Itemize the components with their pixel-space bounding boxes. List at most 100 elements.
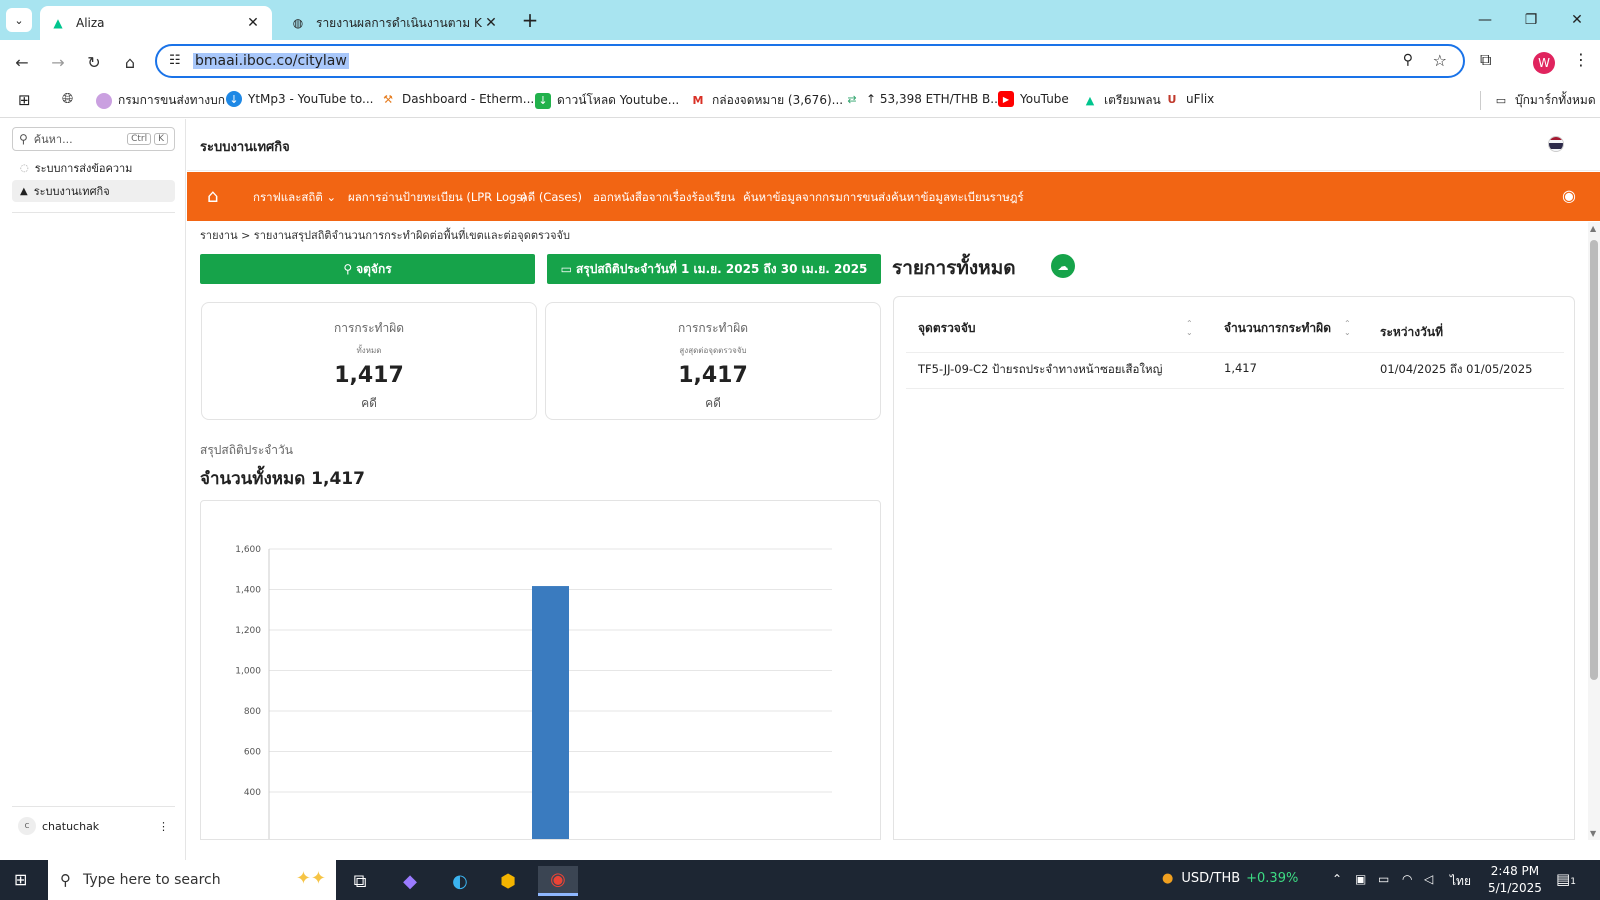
clock[interactable]: 2:48 PM 5/1/2025 [1488, 863, 1542, 897]
column-header: ระหว่างวันที่ [1380, 325, 1443, 339]
page-scrollbar[interactable]: ▲ ▼ [1588, 222, 1600, 840]
camera-icon[interactable]: ▣ [1355, 872, 1366, 886]
bookmark-item[interactable]: กรมการขนส่งทางบก [96, 91, 225, 110]
bookmark-item[interactable]: M กล่องจดหมาย (3,676)... [690, 91, 844, 110]
stat-value: 1,417 [334, 363, 404, 388]
scroll-up-icon[interactable]: ▲ [1590, 224, 1596, 233]
back-button[interactable]: ← [10, 50, 34, 74]
new-tab-button[interactable]: + [518, 8, 542, 32]
district-button[interactable]: ⚲ จตุจักร [200, 254, 535, 284]
results-table: จุดตรวจจับ ⌃ ⌄ จำนวนการกระทำผิด ⌃ ⌄ ระหว่า… [893, 296, 1575, 840]
tab-title: Aliza [76, 16, 105, 30]
bookmark-item[interactable]: ⚒ Dashboard - Etherm... [380, 91, 534, 107]
all-bookmarks[interactable]: ▭ บุ๊กมาร์กทั้งหมด [1480, 91, 1596, 110]
url-text[interactable]: bmaai.iboc.co/citylaw [193, 53, 349, 69]
thai-flag-icon[interactable] [1548, 136, 1564, 152]
app-sidebar: ⚲ ค้นหา... Ctrl K ◌ ระบบการส่งข้อความ ▲ … [0, 119, 186, 860]
tab-search-button[interactable]: ⌄ [6, 8, 32, 32]
windows-start-icon[interactable]: ⊞ [14, 870, 27, 889]
scroll-thumb[interactable] [1590, 240, 1598, 680]
taskbar-search-input[interactable]: ⚲ Type here to search ✦✦ [48, 860, 336, 900]
daily-subtitle: สรุปสถิติประจำวัน [200, 443, 293, 457]
currency-widget[interactable]: ● USD/THB +0.39% [1162, 871, 1298, 886]
reload-button[interactable]: ↻ [82, 50, 106, 74]
breadcrumb[interactable]: รายงาน > รายงานสรุปสถิติจำนวนการกระทำผิด… [200, 226, 570, 244]
nav-item-charts[interactable]: กราฟและสถิติ ⌄ [253, 189, 336, 207]
more-icon[interactable]: ⋮ [158, 820, 175, 833]
column-header[interactable]: จำนวนการกระทำผิด [1224, 319, 1331, 338]
home-icon[interactable]: ⌂ [207, 186, 218, 207]
globe-bookmark-icon[interactable]: 🌐︎ [62, 91, 73, 107]
bookmark-star-icon[interactable]: ☆ [1433, 51, 1447, 70]
browser-menu-icon[interactable]: ⋮ [1573, 50, 1589, 69]
extensions-icon[interactable]: ⧉ [1480, 50, 1491, 70]
nuxt-logo-icon: ▲ [53, 16, 63, 30]
tab-title: รายงานผลการดำเนินงานตาม KRs [316, 15, 482, 30]
user-menu[interactable]: c chatuchak ⋮ [12, 812, 175, 840]
search-icon: ⚲ [19, 132, 28, 146]
date-range-button[interactable]: ▭ สรุปสถิติประจำวันที่ 1 เม.ย. 2025 ถึง 3… [547, 254, 881, 284]
sidebar-search-input[interactable]: ⚲ ค้นหา... Ctrl K [12, 127, 175, 151]
sidebar-item-municipal[interactable]: ▲ ระบบงานเทศกิจ [12, 180, 175, 202]
sort-icon[interactable]: ⌃ ⌄ [1344, 319, 1351, 337]
chevron-up-icon[interactable]: ⌃ [1332, 872, 1342, 886]
vpn-shield-icon[interactable]: ⬢ [488, 866, 528, 896]
forward-button[interactable]: → [46, 50, 70, 74]
exchange-icon: ⇄ [847, 92, 857, 106]
nav-item-lpr-logs[interactable]: ผลการอ่านป้ายทะเบียน (LPR Logs) [348, 189, 527, 207]
apps-icon[interactable]: ⊞ [18, 91, 31, 109]
site-settings-icon[interactable]: ☷ [169, 53, 181, 68]
wifi-icon[interactable]: ◠ [1402, 872, 1412, 886]
home-button[interactable]: ⌂ [118, 50, 142, 74]
notification-icon[interactable]: ▤1 [1556, 870, 1576, 888]
bookmark-item[interactable]: ⇄ ↑ 53,398 ETH/THB B... [844, 91, 1001, 107]
map-pin-icon: ⚲ [343, 262, 353, 276]
bookmarks-bar: ⊞ 🌐︎ กรมการขนส่งทางบก ↓ YtMp3 - YouTube t… [0, 82, 1600, 118]
y-tick-label: 400 [244, 788, 261, 798]
window-close-button[interactable]: ✕ [1554, 0, 1600, 40]
copilot-icon[interactable]: ◆ [390, 866, 430, 896]
nav-item-cases[interactable]: คดี (Cases) [520, 189, 582, 207]
divider [906, 388, 1564, 389]
sort-icon[interactable]: ⌃ ⌄ [1186, 319, 1193, 337]
chrome-icon[interactable]: ◉ [538, 866, 578, 896]
nuxt-logo-icon: ▲ [1085, 94, 1095, 107]
close-icon[interactable]: ✕ [482, 15, 500, 31]
calendar-icon: ▭ [560, 262, 572, 276]
battery-icon[interactable]: ▭ [1378, 872, 1389, 886]
chevron-down-icon: ⌄ [326, 190, 337, 204]
task-view-icon[interactable]: ⧉ [340, 866, 380, 896]
bookmark-item[interactable]: ↓ YtMp3 - YouTube to... [226, 91, 374, 107]
minimize-button[interactable]: — [1462, 0, 1508, 40]
nav-item-civil-registry-search[interactable]: ค้นหาข้อมูลทะเบียนราษฎร์ [891, 189, 1024, 207]
nav-item-complaint-letters[interactable]: ออกหนังสือจากเรื่องร้องเรียน [593, 189, 735, 207]
zoom-icon[interactable]: ⚲ [1403, 52, 1413, 68]
download-green-icon: ↓ [535, 92, 551, 109]
bookmark-item[interactable]: ↓ ดาวน์โหลด Youtube... [535, 91, 679, 110]
nav-item-dlt-search[interactable]: ค้นหาข้อมูลจากกรมการขนส่ง [743, 189, 891, 207]
bookmark-item[interactable]: UuFlix [1164, 91, 1215, 107]
y-tick-label: 1,000 [235, 667, 261, 677]
restore-button[interactable]: ❐ [1508, 0, 1554, 40]
edge-icon[interactable]: ◐ [440, 866, 480, 896]
browser-tab-active[interactable]: ▲ Aliza ✕ [40, 6, 272, 40]
scroll-down-icon[interactable]: ▼ [1590, 829, 1596, 838]
bookmark-item[interactable]: ▲ เตรียมพลน [1082, 91, 1161, 110]
browser-toolbar: ← → ↻ ⌂ ☷ bmaai.iboc.co/citylaw ⚲ ☆ ⧉ W … [0, 40, 1600, 82]
youtube-icon: ▶ [998, 91, 1014, 107]
sidebar-item-messaging[interactable]: ◌ ระบบการส่งข้อความ [12, 157, 175, 179]
column-header[interactable]: จุดตรวจจับ [918, 319, 975, 338]
table-cell: 1,417 [1224, 361, 1257, 375]
volume-icon[interactable]: ◁ [1424, 872, 1433, 886]
address-bar[interactable]: ☷ bmaai.iboc.co/citylaw ⚲ ☆ [155, 44, 1465, 78]
browser-tab[interactable]: ◍ รายงานผลการดำเนินงานตาม KRs ✕ [280, 6, 510, 40]
chart-bar[interactable] [532, 586, 569, 840]
close-icon[interactable]: ✕ [244, 15, 262, 31]
user-account-icon[interactable]: ◉ [1562, 186, 1576, 205]
cloud-download-icon[interactable]: ☁ [1051, 254, 1075, 278]
coins-icon: ● [1162, 871, 1174, 886]
profile-avatar[interactable]: W [1533, 52, 1555, 74]
language-indicator[interactable]: ไทย [1450, 872, 1471, 891]
y-tick-label: 800 [244, 707, 261, 717]
bookmark-item[interactable]: ▶ YouTube [998, 91, 1069, 107]
